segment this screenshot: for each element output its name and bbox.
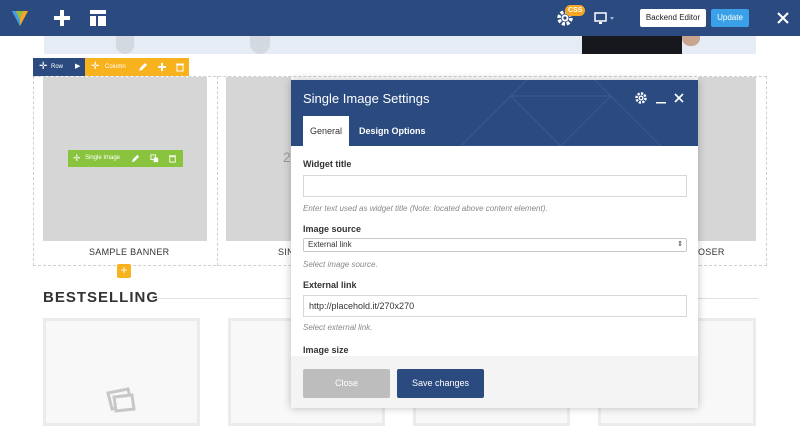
trash-icon[interactable] [175,62,185,72]
external-link-help: Select external link. [303,323,373,332]
header-pattern [460,80,662,146]
drag-handle-icon[interactable]: ✛ [39,58,47,76]
add-icon[interactable] [157,62,167,72]
column-controls[interactable]: ✛ Column [85,58,189,76]
minimize-icon[interactable] [655,91,667,105]
css-badge: CSS [565,5,586,16]
external-link-label: External link [303,280,357,290]
modal-title: Single Image Settings [303,91,430,106]
settings-gear-icon[interactable] [634,91,648,105]
clone-icon[interactable] [150,154,159,163]
external-link-input[interactable]: http://placehold.it/270x270 [303,295,687,317]
backend-editor-button[interactable]: Backend Editor [640,9,706,27]
image-source-help: Select image source. [303,260,378,269]
select-arrows-icon: ⇕ [677,241,683,248]
banner-caption: OSER [698,247,725,257]
editor-toolbar: CSS Backend Editor Update [0,0,800,36]
modal-body: Widget title Enter text used as widget t… [291,146,698,356]
widget-title-help: Enter text used as widget title (Note: l… [303,204,548,213]
close-button[interactable]: Close [303,369,390,398]
responsive-device-icon[interactable] [594,12,616,26]
widget-title-label: Widget title [303,159,352,169]
close-icon[interactable] [776,11,790,25]
image-size-label: Image size [303,345,349,355]
single-image-controls[interactable]: ✛ Single Image [68,150,183,167]
row-label: Row [51,64,64,70]
modal-footer: Close Save changes [291,356,698,408]
chevron-right-icon[interactable]: ▶ [75,58,80,76]
hero-model-arm [116,36,134,54]
banner-caption: SAMPLE BANNER [89,247,170,257]
add-element-button[interactable]: + [117,264,131,278]
column-label: Column [105,64,126,70]
save-changes-button[interactable]: Save changes [397,369,484,398]
image-placeholder-icon [106,387,136,413]
image-source-select[interactable]: External link ⇕ [303,238,687,252]
widget-title-input[interactable] [303,175,687,197]
templates-layout-icon[interactable] [88,8,108,28]
tab-general[interactable]: General [303,116,349,146]
modal-header[interactable]: Single Image Settings General Design Opt… [291,80,698,146]
update-button[interactable]: Update [711,9,749,27]
add-element-icon[interactable] [52,8,72,28]
trash-icon[interactable] [168,154,177,163]
single-image-settings-modal: Single Image Settings General Design Opt… [291,80,698,408]
hero-model-dress [582,36,682,54]
section-title: BESTSELLING [43,289,160,306]
image-source-value: External link [308,240,352,249]
visual-composer-logo-icon[interactable] [10,8,30,28]
image-source-label: Image source [303,224,362,234]
pencil-icon[interactable] [131,154,140,163]
tab-design-options[interactable]: Design Options [359,116,426,146]
drag-handle-icon[interactable]: ✛ [91,58,99,76]
close-icon[interactable] [673,91,685,105]
banner-image[interactable] [698,77,756,241]
single-image-label: Single Image [85,155,121,161]
pencil-icon[interactable] [138,62,148,72]
drag-handle-icon[interactable]: ✛ [73,150,81,167]
banner-image[interactable]: 27 [226,77,299,241]
column-divider [217,76,218,266]
row-controls[interactable]: ✛ Row ▶ [33,58,85,76]
